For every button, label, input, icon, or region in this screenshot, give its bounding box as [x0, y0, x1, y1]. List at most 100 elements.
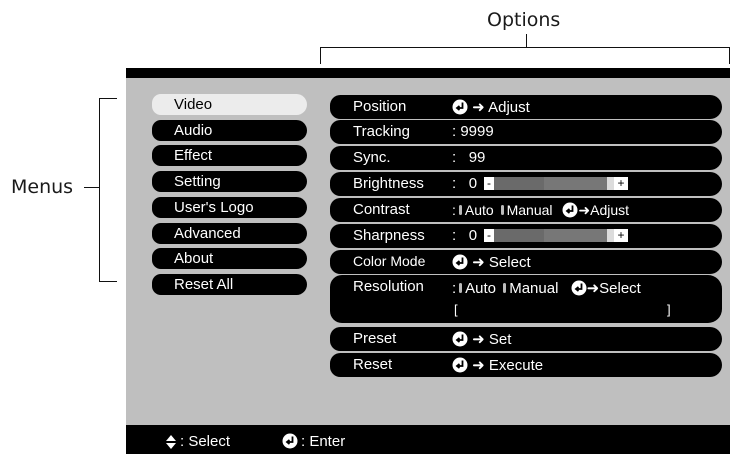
colon: :	[452, 280, 457, 297]
option-color-mode[interactable]: Color Mode ➜ Select	[330, 250, 722, 274]
arrow-right-icon: ➜	[586, 280, 600, 297]
option-value: : 99	[452, 149, 485, 166]
menus-bracket-bar	[99, 98, 100, 282]
menu-item-label: User's Logo	[174, 199, 254, 216]
option-value: ➜ Set	[452, 330, 511, 348]
enter-icon	[282, 433, 298, 449]
resolution-auto[interactable]: Auto	[465, 280, 496, 297]
menu-item-label: Effect	[174, 147, 213, 164]
option-label: Color Mode	[353, 253, 426, 269]
resolution-bracket-close: ]	[667, 302, 671, 317]
options-annotation: Options	[487, 9, 561, 31]
menu-item-label: Audio	[174, 122, 213, 139]
radio-icon[interactable]	[458, 205, 462, 215]
enter-icon	[452, 99, 468, 115]
option-label: Sync.	[353, 149, 391, 166]
resolution-action: Select	[599, 280, 641, 297]
arrow-right-icon: ➜	[472, 254, 485, 271]
menu-item-label: Reset All	[174, 276, 234, 293]
radio-icon[interactable]	[503, 283, 507, 293]
radio-icon[interactable]	[500, 205, 504, 215]
option-label: Brightness	[353, 175, 424, 192]
option-sharpness[interactable]: Sharpness : 0 - +	[330, 224, 722, 248]
color-mode-action: Select	[488, 254, 531, 271]
menus-bracket-stem	[84, 187, 99, 188]
footer-enter-text: : Enter	[301, 433, 346, 450]
menus-bracket-top-tick	[99, 98, 117, 99]
radio-icon[interactable]	[459, 283, 463, 293]
option-label: Sharpness	[353, 227, 425, 244]
brightness-value: 0	[468, 175, 478, 192]
arrow-right-icon: ➜	[472, 331, 485, 348]
osd-panel: Video Audio Effect Setting User's Logo A…	[126, 78, 730, 425]
preset-action: Set	[488, 331, 512, 348]
menu-item-label: About	[174, 250, 214, 267]
menus-annotation: Menus	[11, 176, 74, 198]
option-value: ➜ Select	[452, 253, 531, 271]
colon: :	[452, 227, 457, 244]
option-tracking[interactable]: Tracking : 9999	[330, 120, 722, 144]
slider-fill	[494, 177, 544, 190]
footer-help: : Select : Enter	[126, 429, 730, 454]
option-label: Tracking	[353, 123, 410, 140]
colon: :	[452, 202, 456, 218]
resolution-bracket-open: [	[454, 302, 458, 317]
option-reset[interactable]: Reset ➜ Execute	[330, 353, 722, 377]
option-label: Resolution	[353, 278, 424, 295]
menu-item-reset-all[interactable]: Reset All	[152, 274, 307, 295]
option-preset[interactable]: Preset ➜ Set	[330, 327, 722, 351]
option-sync[interactable]: Sync. : 99	[330, 146, 722, 170]
option-position[interactable]: Position ➜ Adjust	[330, 95, 722, 119]
option-contrast[interactable]: Contrast : Auto Manual ➜Adjust	[330, 198, 722, 222]
up-down-arrows-icon	[166, 435, 176, 449]
colon: :	[452, 175, 457, 192]
slider-fill	[494, 229, 544, 242]
enter-icon	[571, 280, 587, 296]
menu-item-audio[interactable]: Audio	[152, 120, 307, 141]
option-value: : Auto Manual ➜Select	[452, 279, 641, 297]
option-value: ➜ Execute	[452, 356, 543, 374]
osd-screen: Video Audio Effect Setting User's Logo A…	[126, 68, 730, 454]
sync-value: 99	[468, 149, 486, 166]
menu-item-users-logo[interactable]: User's Logo	[152, 197, 307, 218]
arrow-right-icon: ➜	[578, 202, 591, 218]
position-action: Adjust	[488, 99, 530, 116]
contrast-manual[interactable]: Manual	[507, 202, 553, 218]
arrow-right-icon: ➜	[472, 99, 485, 116]
contrast-action: Adjust	[590, 202, 630, 218]
enter-icon	[452, 331, 468, 347]
footer-select-text: : Select	[180, 433, 231, 450]
option-brightness[interactable]: Brightness : 0 - +	[330, 172, 722, 196]
contrast-auto[interactable]: Auto	[465, 202, 494, 218]
menus-bracket-bottom-tick	[99, 281, 117, 282]
arrow-right-icon: ➜	[472, 357, 485, 374]
options-bracket-left-tick	[320, 47, 321, 64]
sharpness-slider[interactable]: - +	[484, 229, 628, 242]
menu-item-label: Setting	[174, 173, 221, 190]
resolution-manual[interactable]: Manual	[509, 280, 558, 297]
options-bracket-stem	[526, 34, 527, 48]
menu-item-label: Advanced	[174, 225, 241, 242]
enter-icon	[452, 357, 468, 373]
option-label: Preset	[353, 330, 397, 347]
sharpness-value: 0	[468, 227, 478, 244]
slider-minus: -	[484, 229, 494, 242]
menu-item-about[interactable]: About	[152, 248, 307, 269]
menu-item-effect[interactable]: Effect	[152, 145, 307, 166]
colon: :	[452, 149, 457, 166]
option-resolution[interactable]: Resolution : Auto Manual ➜Select [ ]	[330, 275, 722, 323]
menu-item-advanced[interactable]: Advanced	[152, 223, 307, 244]
menu-item-setting[interactable]: Setting	[152, 171, 307, 192]
menu-item-label: Video	[174, 96, 213, 113]
tracking-value: : 9999	[452, 123, 494, 140]
brightness-slider[interactable]: - +	[484, 177, 628, 190]
slider-minus: -	[484, 177, 494, 190]
option-value: ➜ Adjust	[452, 98, 530, 116]
enter-icon	[562, 202, 578, 218]
option-label: Contrast	[353, 201, 410, 218]
option-value: : Auto Manual ➜Adjust	[452, 202, 629, 219]
option-label: Reset	[353, 356, 393, 373]
menu-item-video[interactable]: Video	[152, 94, 307, 115]
slider-plus: +	[614, 229, 628, 242]
option-value: : 0	[452, 175, 477, 192]
